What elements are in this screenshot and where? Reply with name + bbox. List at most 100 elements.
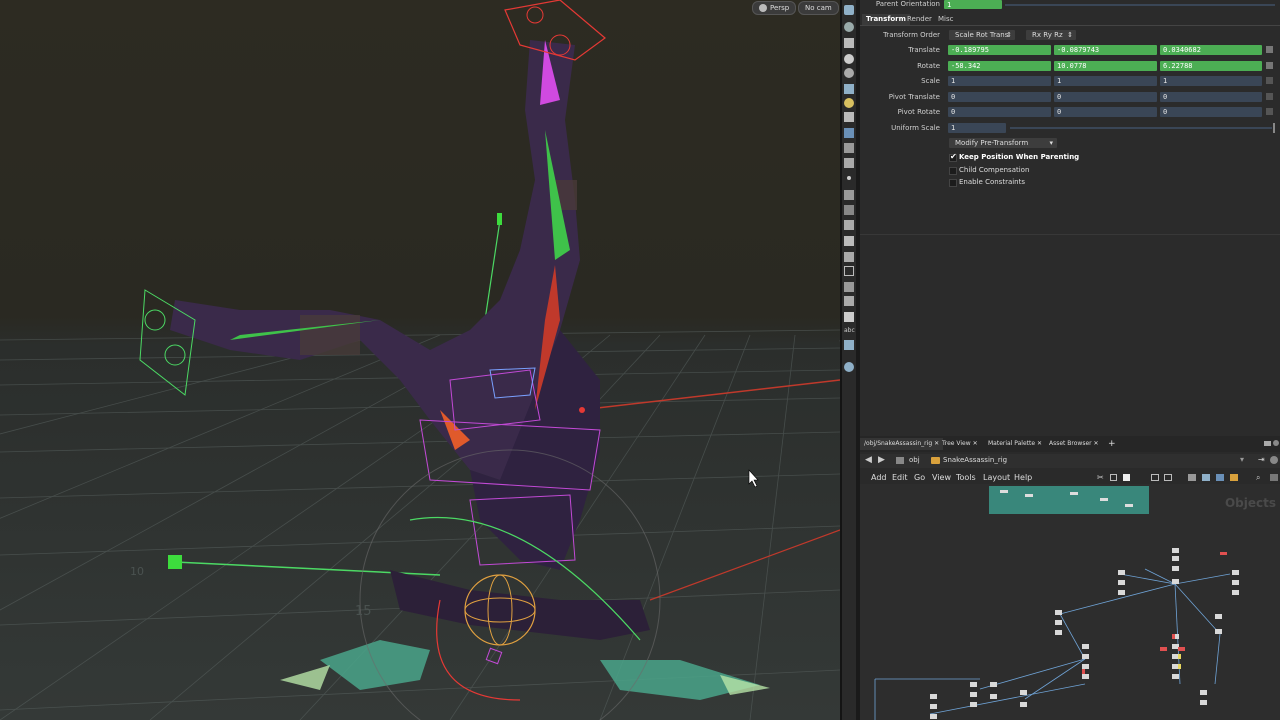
scale-z-field[interactable]: 1 <box>1160 76 1262 86</box>
tree-icon[interactable] <box>1110 474 1117 481</box>
rotate-z-field[interactable]: 6.22788 <box>1160 61 1262 71</box>
camera-icon[interactable] <box>844 158 854 168</box>
viewport-scene-graphics[interactable]: 10 15 <box>0 0 840 720</box>
bucket-icon[interactable] <box>844 236 854 246</box>
dot-icon[interactable] <box>847 176 851 180</box>
view-b-icon[interactable] <box>1202 474 1210 481</box>
y-axis-handle[interactable] <box>497 213 502 225</box>
brush-icon[interactable] <box>844 190 854 200</box>
pivot-rotate-z-field[interactable]: 0 <box>1160 107 1262 117</box>
tab-tree-view[interactable]: Tree View ✕ <box>938 438 982 450</box>
pane-close-icon[interactable] <box>1273 440 1279 446</box>
wrench-icon[interactable]: ✂ <box>1097 473 1104 482</box>
measure-icon[interactable] <box>844 282 854 292</box>
network-box[interactable] <box>989 486 1149 514</box>
pivot-rotate-y-field[interactable]: 0 <box>1054 107 1157 117</box>
graph-nodes[interactable] <box>930 548 1239 719</box>
lock-icon[interactable] <box>844 38 854 48</box>
key-pivot-rotate-icon[interactable] <box>1266 108 1273 115</box>
transform-order-menu[interactable]: Scale Rot Trans ⇕ <box>949 30 1015 40</box>
zoom-icon[interactable]: ⌕ <box>1256 473 1260 483</box>
pivot-rotate-x-field[interactable]: 0 <box>948 107 1051 117</box>
scale-x-field[interactable]: 1 <box>948 76 1051 86</box>
back-arrow-icon[interactable]: ◀ <box>865 455 872 465</box>
parent-orientation-slider[interactable] <box>1005 4 1275 6</box>
z-axis-handle[interactable] <box>168 555 182 569</box>
pivot-translate-y-field[interactable]: 0 <box>1054 92 1157 102</box>
rotation-order-menu[interactable]: Rx Ry Rz ⇕ <box>1026 30 1076 40</box>
view-c-icon[interactable] <box>1216 474 1224 481</box>
wand-icon[interactable] <box>844 205 854 215</box>
grid-icon[interactable] <box>844 128 854 138</box>
child-compensation-checkbox[interactable] <box>949 167 957 175</box>
select-tool-icon[interactable] <box>844 5 854 15</box>
flagged-nodes[interactable] <box>1178 654 1181 669</box>
modify-pretransform-menu[interactable]: Modify Pre-Transform ▾ <box>949 138 1057 148</box>
tab-misc[interactable]: Misc <box>934 14 957 25</box>
pivot-translate-x-field[interactable]: 0 <box>948 92 1051 102</box>
pane-menu-icon[interactable] <box>1264 441 1271 446</box>
path-dropdown-icon[interactable]: ▾ <box>1240 455 1244 464</box>
scale-y-field[interactable]: 1 <box>1054 76 1157 86</box>
rotate-y-field[interactable]: 10.0778 <box>1054 61 1157 71</box>
menu-layout[interactable]: Layout <box>983 473 1010 482</box>
pen-icon[interactable] <box>844 143 854 153</box>
menu-help[interactable]: Help <box>1014 473 1032 482</box>
uniform-scale-slider[interactable] <box>1010 127 1272 129</box>
info-icon[interactable] <box>844 362 854 372</box>
uniform-scale-field[interactable]: 1 <box>948 123 1006 133</box>
path-node-label[interactable]: SnakeAssassin_rig <box>943 456 1007 464</box>
layout-grid-icon[interactable] <box>1151 474 1159 481</box>
key-translate-icon[interactable] <box>1266 46 1273 53</box>
node-graph[interactable] <box>860 484 1280 720</box>
scene-viewport[interactable]: 10 15 Persp No cam <box>0 0 840 720</box>
translate-y-field[interactable]: -0.0879743 <box>1054 45 1157 55</box>
box-icon[interactable] <box>844 312 854 322</box>
keep-position-checkbox[interactable]: ✔ <box>949 152 957 162</box>
key-pivot-translate-icon[interactable] <box>1266 93 1273 100</box>
key-scale-icon[interactable] <box>1266 77 1273 84</box>
transform-icon[interactable] <box>844 296 854 306</box>
menu-view[interactable]: View <box>932 473 951 482</box>
note-icon[interactable] <box>1123 474 1130 481</box>
tab-network-path[interactable]: /obj/SnakeAssassin_rig ✕ <box>860 438 944 450</box>
character-model[interactable] <box>170 40 770 700</box>
sphere-icon[interactable] <box>844 68 854 78</box>
menu-tools[interactable]: Tools <box>956 473 976 482</box>
ruler-icon[interactable] <box>844 266 854 276</box>
pin-icon[interactable]: ⇥ <box>1258 455 1265 464</box>
network-editor[interactable]: Objects <box>860 484 1280 720</box>
menu-add[interactable]: Add <box>871 473 887 482</box>
text-tool-icon[interactable]: abc <box>844 326 855 336</box>
bulb-icon[interactable] <box>844 98 854 108</box>
menu-edit[interactable]: Edit <box>892 473 908 482</box>
display-icon[interactable] <box>1270 474 1278 481</box>
selected-nodes[interactable] <box>1082 552 1227 674</box>
path-root-label[interactable]: obj <box>909 456 920 464</box>
forward-arrow-icon[interactable]: ▶ <box>878 455 885 465</box>
display-options-icon[interactable] <box>844 340 854 350</box>
view-tool-icon[interactable] <box>844 22 854 32</box>
close-tab-icon[interactable]: ✕ <box>1094 440 1099 447</box>
close-tab-icon[interactable]: ✕ <box>973 440 978 447</box>
camera-mode-button[interactable]: Persp <box>752 1 797 15</box>
rotate-x-field[interactable]: -58.342 <box>948 61 1051 71</box>
stamp-icon[interactable] <box>844 252 854 262</box>
view-d-icon[interactable] <box>1230 474 1238 481</box>
tab-asset-browser[interactable]: Asset Browser ✕ <box>1045 438 1103 450</box>
menu-go[interactable]: Go <box>914 473 925 482</box>
view-a-icon[interactable] <box>1188 474 1196 481</box>
translate-x-field[interactable]: -0.189795 <box>948 45 1051 55</box>
light-icon[interactable] <box>844 54 854 64</box>
key-rotate-icon[interactable] <box>1266 62 1273 69</box>
close-tab-icon[interactable]: ✕ <box>1037 440 1042 447</box>
layout-list-icon[interactable] <box>1164 474 1172 481</box>
add-tab-icon[interactable]: + <box>1104 438 1120 450</box>
help-icon[interactable] <box>1270 456 1278 464</box>
parent-orientation-field[interactable]: 1 <box>944 0 1002 9</box>
camera-select-button[interactable]: No cam <box>798 1 839 15</box>
enable-constraints-checkbox[interactable] <box>949 179 957 187</box>
shading-icon[interactable] <box>844 84 854 94</box>
tab-material-palette[interactable]: Material Palette ✕ <box>984 438 1046 450</box>
tab-render[interactable]: Render <box>903 14 936 25</box>
